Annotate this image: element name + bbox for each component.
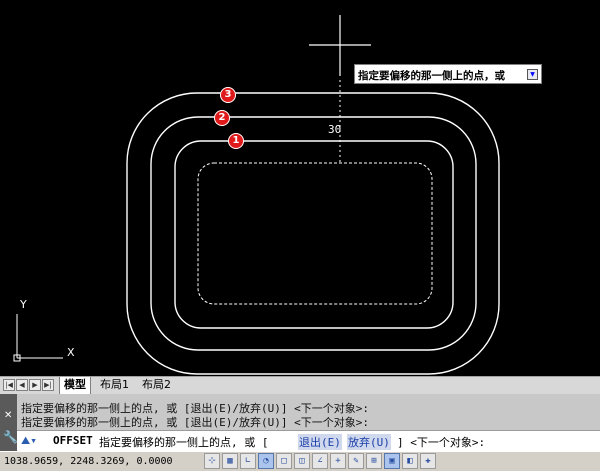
tooltip-dropdown-icon[interactable]: ▼ [527, 69, 538, 80]
close-icon[interactable]: ✕ [4, 410, 12, 421]
coordinate-readout: 1038.9659, 2248.3269, 0.0000 [4, 456, 173, 467]
tooltip-text: 指定要偏移的那一侧上的点，或 [358, 70, 505, 82]
ortho-icon[interactable]: ∟ [240, 453, 256, 469]
tab-layout2[interactable]: 布局2 [138, 377, 175, 394]
command-window: ✕ 🔧 指定要偏移的那一侧上的点, 或 [退出(E)/放弃(U)] <下一个对象… [0, 394, 600, 451]
model-icon[interactable]: ✚ [420, 453, 436, 469]
status-toggle-buttons: ⊹ ▦ ∟ ◔ □ ◫ ∠ + ✎ ⊞ ▣ ◧ ✚ [204, 453, 436, 469]
dyn-icon[interactable]: + [330, 453, 346, 469]
dynamic-input-tooltip: 指定要偏移的那一侧上的点，或 ▼ [354, 64, 542, 84]
layout-tab-bar: |◀ ◀ ▶ ▶| 模型 布局1 布局2 [0, 376, 600, 394]
ucs-icon [13, 314, 63, 362]
offset-outline-2 [150, 116, 477, 351]
ucs-y-label: Y [20, 298, 27, 311]
polar-icon[interactable]: ◔ [258, 453, 274, 469]
dimension-value: 30 [328, 123, 342, 136]
badge-3: 3 [220, 87, 236, 103]
last-tab-icon[interactable]: ▶| [42, 379, 54, 391]
command-prompt: 指定要偏移的那一侧上的点, 或 [ [99, 436, 269, 449]
lwt-icon[interactable]: ✎ [348, 453, 364, 469]
drawing-canvas[interactable]: 指定要偏移的那一侧上的点，或 ▼ 30 3 2 1 Y X [0, 0, 600, 376]
snap-icon[interactable]: ⊹ [204, 453, 220, 469]
sc-icon[interactable]: ▣ [384, 453, 400, 469]
otrack-icon[interactable]: ◫ [294, 453, 310, 469]
grid-icon[interactable]: ▦ [222, 453, 238, 469]
next-tab-icon[interactable]: ▶ [29, 379, 41, 391]
badge-2: 2 [214, 110, 230, 126]
am-icon[interactable]: ◧ [402, 453, 418, 469]
badge-1: 1 [228, 133, 244, 149]
option-undo[interactable]: 放弃(U) [347, 434, 391, 450]
first-tab-icon[interactable]: |◀ [3, 379, 15, 391]
command-input-line[interactable]: ⛰▾ OFFSET 指定要偏移的那一侧上的点, 或 [ 退出(E) 放弃(U) … [17, 430, 600, 451]
command-history-line: 指定要偏移的那一侧上的点, 或 [退出(E)/放弃(U)] <下一个对象>: [21, 416, 369, 429]
prev-tab-icon[interactable]: ◀ [16, 379, 28, 391]
tab-layout1[interactable]: 布局1 [96, 377, 133, 394]
command-name: OFFSET [53, 434, 93, 447]
command-prompt-end: ] <下一个对象>: [397, 436, 486, 449]
command-window-handle[interactable]: ✕ 🔧 [0, 394, 18, 451]
offset-outline-1 [174, 140, 454, 329]
ucs-x-label: X [67, 346, 75, 359]
status-bar: 1038.9659, 2248.3269, 0.0000 ⊹ ▦ ∟ ◔ □ ◫… [0, 451, 600, 471]
qp-icon[interactable]: ⊞ [366, 453, 382, 469]
osnap-icon[interactable]: □ [276, 453, 292, 469]
option-exit[interactable]: 退出(E) [298, 434, 342, 450]
selected-source-outline [197, 162, 433, 305]
tab-model[interactable]: 模型 [59, 377, 91, 394]
command-icon: ⛰▾ [21, 434, 37, 447]
ducs-icon[interactable]: ∠ [312, 453, 328, 469]
wrench-icon[interactable]: 🔧 [3, 430, 18, 444]
offset-outline-3 [126, 92, 500, 375]
